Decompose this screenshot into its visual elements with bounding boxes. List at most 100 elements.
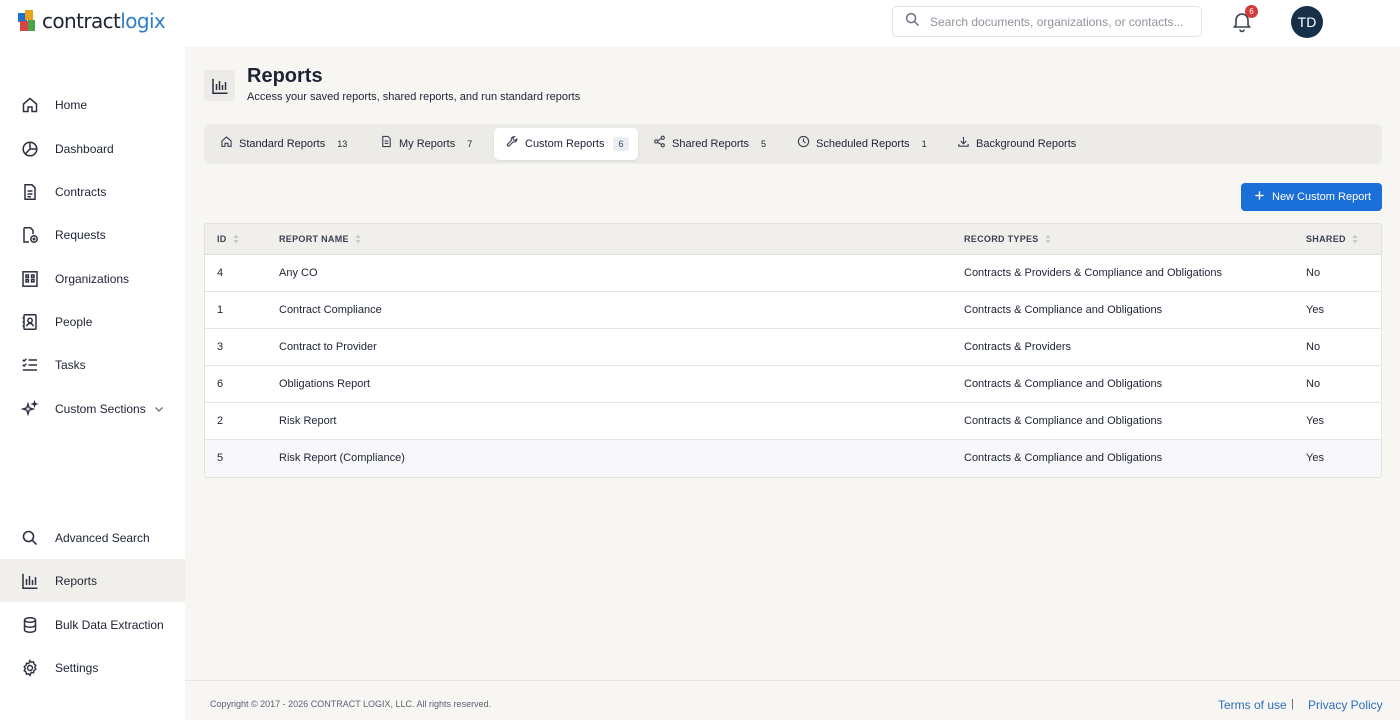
tab-label: Standard Reports [239,138,326,150]
sort-icon [355,234,361,244]
cell-id: 6 [217,378,224,390]
sparkle-icon [21,399,39,418]
sidebar-item-label: Reports [55,573,98,588]
sidebar-item-label: Contracts [55,184,107,199]
privacy-policy-link[interactable]: Privacy Policy [1308,698,1383,712]
home-icon [220,135,233,153]
cell-shared: Yes [1306,304,1324,316]
top-bar: contractlogix 6 TD [0,0,1400,46]
footer-separator: | [1291,698,1294,710]
sidebar-item-tasks[interactable]: Tasks [0,343,185,386]
tab-background-reports[interactable]: Background Reports [945,128,1076,160]
cell-report-name[interactable]: Obligations Report [279,378,370,390]
sidebar-item-label: People [55,314,93,329]
tab-label: Background Reports [976,138,1077,150]
database-icon [21,616,39,634]
table-row[interactable]: 5 Risk Report (Compliance) Contracts & C… [205,440,1381,477]
cell-record-types: Contracts & Compliance and Obligations [964,452,1163,464]
document-icon [380,135,393,153]
terms-of-use-link[interactable]: Terms of use [1218,698,1287,712]
sidebar-item-organizations[interactable]: Organizations [0,257,185,300]
tab-custom-reports[interactable]: Custom Reports 6 [494,128,638,160]
tab-scheduled-reports[interactable]: Scheduled Reports 1 [785,128,927,160]
dashboard-icon [21,140,39,158]
search-input[interactable] [930,14,1190,29]
tab-count: 13 [337,139,348,149]
sidebar-item-label: Requests [55,227,106,242]
sidebar-item-label: Advanced Search [55,530,150,545]
new-custom-report-label: New Custom Report [1272,191,1372,203]
cell-report-name[interactable]: Risk Report [279,415,336,427]
tab-count: 1 [921,139,927,149]
sidebar-item-requests[interactable]: Requests [0,213,185,256]
sidebar-item-people[interactable]: People [0,300,185,343]
custom-reports-table: ID REPORT NAME RECORD TYPES SHARED 4 Any… [204,223,1382,478]
sidebar-item-label: Settings [55,660,99,675]
cell-id: 5 [217,452,224,464]
table-row[interactable]: 3 Contract to Provider Contracts & Provi… [205,329,1381,366]
table-header: ID REPORT NAME RECORD TYPES SHARED [205,224,1381,255]
cell-shared: No [1306,341,1321,353]
tab-count: 6 [613,137,629,151]
wrench-icon [506,135,519,153]
cell-report-name[interactable]: Contract to Provider [279,341,377,353]
cell-id: 3 [217,341,224,353]
table-row[interactable]: 2 Risk Report Contracts & Compliance and… [205,403,1381,440]
logo-text: contractlogix [42,9,166,33]
global-search[interactable] [892,6,1202,37]
plus-icon [1254,190,1272,204]
tab-standard-reports[interactable]: Standard Reports 13 [208,128,347,160]
table-row[interactable]: 6 Obligations Report Contracts & Complia… [205,366,1381,403]
reports-page-icon [204,70,235,101]
tab-label: Shared Reports [672,138,750,150]
cell-id: 2 [217,415,224,427]
sort-icon [233,234,239,244]
sidebar-item-reports[interactable]: Reports [0,559,185,602]
sort-icon [1352,234,1358,244]
sidebar-item-home[interactable]: Home [0,83,185,126]
cell-shared: Yes [1306,452,1324,464]
sidebar-item-settings[interactable]: Settings [0,646,185,689]
gear-icon [21,658,39,677]
sidebar-item-bulk-data-extraction[interactable]: Bulk Data Extraction [0,603,185,646]
cell-shared: No [1306,378,1321,390]
table-row[interactable]: 4 Any CO Contracts & Providers & Complia… [205,255,1381,292]
sidebar-item-dashboard[interactable]: Dashboard [0,127,185,170]
page-title: Reports [247,65,323,87]
document-icon [21,183,39,201]
column-header-shared[interactable]: SHARED [1306,234,1358,244]
search-icon [21,529,39,547]
column-header-record-types[interactable]: RECORD TYPES [964,234,1051,244]
cell-shared: No [1306,267,1321,279]
new-custom-report-button[interactable]: New Custom Report [1241,183,1382,211]
cell-report-name[interactable]: Any CO [279,267,318,279]
contractlogix-logo[interactable]: contractlogix [18,9,166,33]
sidebar-item-label: Bulk Data Extraction [55,617,164,632]
cell-record-types: Contracts & Providers & Compliance and O… [964,267,1223,279]
cell-record-types: Contracts & Providers [964,341,1071,353]
sidebar-item-custom-sections[interactable]: Custom Sections [0,387,185,430]
cell-record-types: Contracts & Compliance and Obligations [964,304,1163,316]
column-header-id[interactable]: ID [217,234,239,244]
cell-report-name[interactable]: Contract Compliance [279,304,382,316]
sidebar-item-advanced-search[interactable]: Advanced Search [0,516,185,559]
user-avatar[interactable]: TD [1291,6,1323,38]
notification-count-badge: 6 [1245,5,1258,18]
chevron-down-icon[interactable] [153,402,165,414]
sidebar-item-label: Organizations [55,271,130,286]
sidebar-item-label: Tasks [55,357,86,372]
contact-icon [21,313,39,331]
cell-id: 1 [217,304,224,316]
cell-id: 4 [217,267,224,279]
sidebar-item-label: Dashboard [55,141,114,156]
tab-shared-reports[interactable]: Shared Reports 5 [641,128,766,160]
page-subtitle: Access your saved reports, shared report… [247,91,581,103]
tab-my-reports[interactable]: My Reports 7 [368,128,472,160]
cell-shared: Yes [1306,415,1324,427]
column-header-report-name[interactable]: REPORT NAME [279,234,361,244]
table-row[interactable]: 1 Contract Compliance Contracts & Compli… [205,292,1381,329]
cell-report-name[interactable]: Risk Report (Compliance) [279,452,405,464]
footer: Copyright © 2017 - 2026 CONTRACT LOGIX, … [185,680,1400,720]
building-icon [21,270,39,288]
sidebar-item-contracts[interactable]: Contracts [0,170,185,213]
